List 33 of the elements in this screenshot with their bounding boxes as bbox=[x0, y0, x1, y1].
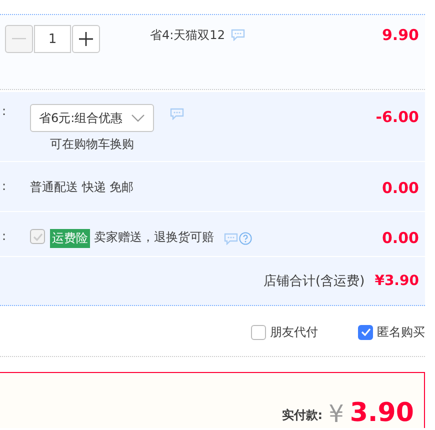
promotion-text: 省4:天猫双12 bbox=[150, 27, 225, 44]
quantity-field[interactable]: 1 bbox=[34, 25, 71, 53]
insurance-tag: 运费险 bbox=[50, 229, 90, 248]
plus-icon bbox=[79, 32, 93, 46]
option-label: 匿名购买 bbox=[377, 324, 425, 340]
chat-icon[interactable] bbox=[230, 29, 245, 41]
row-label: : bbox=[1, 104, 8, 118]
payment-amount: 3.90 bbox=[350, 399, 414, 428]
checkmark-icon bbox=[32, 232, 42, 240]
checkbox[interactable] bbox=[251, 324, 266, 340]
item-price: 9.90 bbox=[382, 26, 419, 44]
discount-amount: -6.00 bbox=[376, 108, 419, 126]
minus-icon bbox=[12, 38, 26, 40]
shipping-amount: 0.00 bbox=[382, 179, 419, 197]
row-label: : bbox=[1, 179, 8, 193]
shop-total-label: 店铺合计(含运费) bbox=[264, 273, 365, 290]
discount-select[interactable]: 省6元:组合优惠 bbox=[30, 104, 154, 132]
row-label: : bbox=[1, 229, 8, 243]
help-icon[interactable] bbox=[239, 232, 252, 245]
exchange-note: 可在购物车换购 bbox=[50, 136, 134, 153]
payment-label: 实付款: bbox=[282, 407, 323, 424]
insurance-text: 卖家赠送，退换货可赔 bbox=[94, 229, 214, 246]
checkmark-icon bbox=[360, 328, 370, 336]
chat-icon[interactable] bbox=[224, 233, 238, 245]
plus-button[interactable] bbox=[72, 25, 100, 53]
chat-icon[interactable] bbox=[170, 108, 184, 120]
option-label: 朋友代付 bbox=[270, 324, 318, 340]
chevron-down-icon bbox=[130, 114, 145, 122]
shop-total-value: ¥3.90 bbox=[374, 273, 419, 289]
shipping-method: 普通配送 快递 免邮 bbox=[30, 179, 134, 196]
checkbox[interactable] bbox=[358, 324, 373, 340]
currency-symbol: ¥ bbox=[328, 400, 344, 428]
insurance-amount: 0.00 bbox=[382, 229, 419, 247]
